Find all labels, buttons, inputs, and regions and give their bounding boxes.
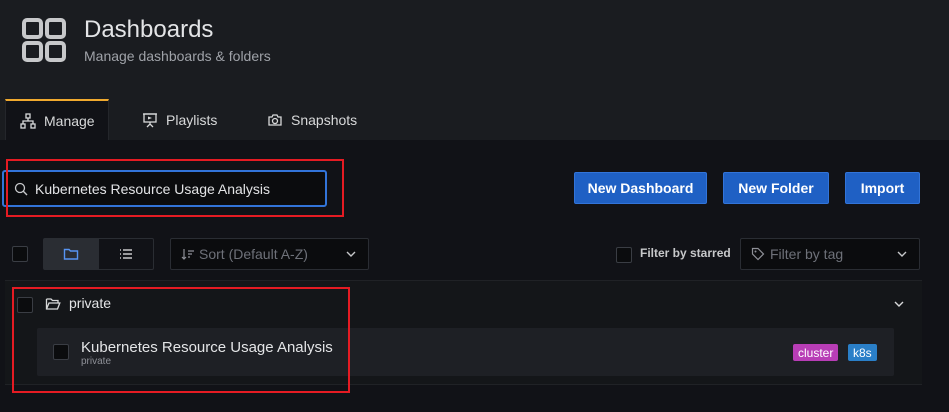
- dashboard-folder-label: private: [81, 356, 112, 367]
- page-subtitle: Manage dashboards & folders: [84, 48, 271, 64]
- sitemap-icon: [20, 112, 36, 129]
- list-icon: [119, 249, 132, 259]
- list-view-button[interactable]: [99, 239, 154, 269]
- new-folder-button[interactable]: New Folder: [723, 172, 829, 204]
- folder-view-button[interactable]: [44, 239, 99, 269]
- folder-icon: [64, 248, 79, 260]
- tab-snapshots-label: Snapshots: [291, 111, 358, 128]
- import-button[interactable]: Import: [845, 172, 920, 204]
- chevron-down-icon: [346, 251, 356, 257]
- tab-manage-label: Manage: [44, 112, 95, 129]
- dashboard-title[interactable]: Kubernetes Resource Usage Analysis: [81, 339, 333, 356]
- presentation-icon: [143, 112, 157, 127]
- page-title: Dashboards: [84, 16, 214, 43]
- tag-cluster[interactable]: cluster: [793, 344, 839, 361]
- dashboards-grid-icon: [22, 18, 66, 62]
- new-dashboard-button[interactable]: New Dashboard: [574, 172, 707, 204]
- filter-starred-checkbox[interactable]: [616, 247, 632, 263]
- search-icon: [14, 182, 28, 195]
- tab-manage[interactable]: Manage: [5, 99, 109, 140]
- tag-k8s[interactable]: k8s: [848, 344, 877, 361]
- tab-playlists-label: Playlists: [166, 111, 218, 128]
- filter-starred-label: Filter by starred: [640, 246, 731, 260]
- tag-filter-placeholder: Filter by tag: [770, 246, 844, 262]
- folder-name[interactable]: private: [69, 295, 111, 311]
- tab-playlists[interactable]: Playlists: [142, 99, 217, 140]
- chevron-down-icon: [897, 251, 907, 257]
- sort-icon: [181, 249, 194, 260]
- chevron-down-icon[interactable]: [892, 297, 906, 311]
- search-box[interactable]: [2, 170, 327, 207]
- sort-select-placeholder: Sort (Default A-Z): [199, 246, 308, 262]
- dashboard-checkbox[interactable]: [53, 344, 69, 360]
- select-all-checkbox[interactable]: [12, 246, 28, 262]
- view-mode-toggle: [43, 238, 154, 270]
- search-input[interactable]: [35, 180, 315, 197]
- tab-snapshots[interactable]: Snapshots: [267, 99, 357, 140]
- camera-icon: [268, 113, 282, 126]
- folder-open-icon: [45, 298, 61, 310]
- tag-icon: [751, 247, 765, 261]
- tag-filter-select[interactable]: Filter by tag: [740, 238, 920, 270]
- page-header: Dashboards Manage dashboards & folders M…: [0, 0, 949, 140]
- sort-select[interactable]: Sort (Default A-Z): [170, 238, 369, 270]
- folder-checkbox[interactable]: [17, 297, 33, 313]
